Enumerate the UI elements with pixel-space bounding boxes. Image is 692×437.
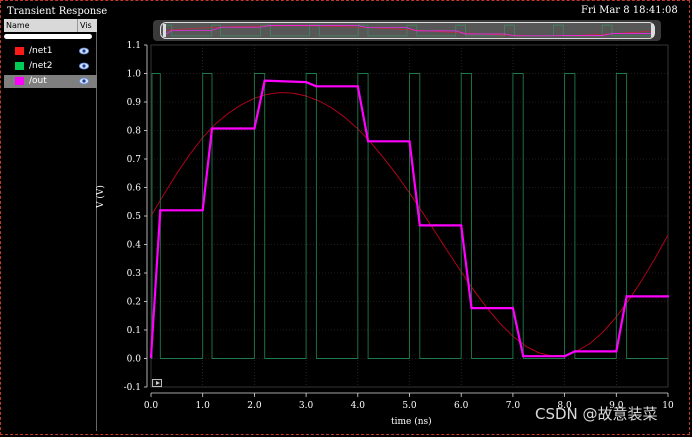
data-point bbox=[253, 127, 256, 130]
y-tick-label: 0.0 bbox=[127, 355, 142, 365]
data-point bbox=[563, 355, 566, 358]
data-point bbox=[470, 306, 473, 310]
x-tick-label: 3.0 bbox=[299, 401, 314, 411]
data-point bbox=[666, 295, 670, 298]
y-tick-label: 0.3 bbox=[127, 269, 142, 279]
data-point bbox=[356, 85, 359, 88]
data-point bbox=[615, 350, 618, 353]
play-icon[interactable] bbox=[152, 379, 162, 387]
y-tick-label: -0.1 bbox=[124, 383, 141, 393]
y-tick-label: 0.6 bbox=[127, 184, 142, 194]
data-point bbox=[460, 224, 463, 227]
y-tick-label: 0.7 bbox=[127, 155, 142, 165]
data-point bbox=[625, 295, 628, 298]
data-point bbox=[366, 140, 370, 143]
x-tick-label: 10 bbox=[662, 401, 674, 411]
x-tick-label: 1.0 bbox=[196, 401, 211, 411]
data-point bbox=[511, 306, 515, 310]
data-point bbox=[159, 209, 162, 212]
data-point bbox=[210, 127, 214, 130]
data-point bbox=[408, 140, 411, 143]
data-point bbox=[304, 80, 308, 84]
x-tick-label: 4.0 bbox=[351, 401, 366, 411]
data-point bbox=[263, 79, 266, 82]
y-tick-label: 0.8 bbox=[127, 127, 142, 137]
x-tick-label: 7.0 bbox=[506, 401, 521, 411]
transient-plot: -0.10.00.10.20.30.40.50.60.70.80.91.01.1… bbox=[124, 41, 674, 411]
y-tick-label: 0.4 bbox=[127, 241, 142, 251]
x-tick-label: 0.0 bbox=[144, 401, 159, 411]
data-point bbox=[573, 350, 577, 353]
y-axis-label: V (V) bbox=[96, 185, 106, 208]
y-tick-label: 0.9 bbox=[127, 98, 142, 108]
y-tick-label: 0.2 bbox=[127, 298, 141, 308]
data-point bbox=[522, 355, 525, 358]
x-tick-label: 5.0 bbox=[402, 401, 417, 411]
y-tick-label: 1.0 bbox=[127, 70, 142, 80]
data-point bbox=[201, 209, 204, 212]
y-tick-label: 0.5 bbox=[127, 212, 142, 222]
data-point bbox=[418, 224, 422, 227]
x-axis-label: time (ns) bbox=[391, 417, 432, 427]
series-line-net2 bbox=[151, 73, 668, 359]
y-tick-label: 1.1 bbox=[127, 41, 141, 51]
data-point bbox=[315, 85, 318, 88]
data-point bbox=[149, 355, 153, 359]
watermark: CSDN @故意装菜 bbox=[535, 405, 658, 423]
x-tick-label: 6.0 bbox=[454, 401, 469, 411]
y-tick-label: 0.1 bbox=[127, 326, 141, 336]
x-tick-label: 2.0 bbox=[247, 401, 262, 411]
